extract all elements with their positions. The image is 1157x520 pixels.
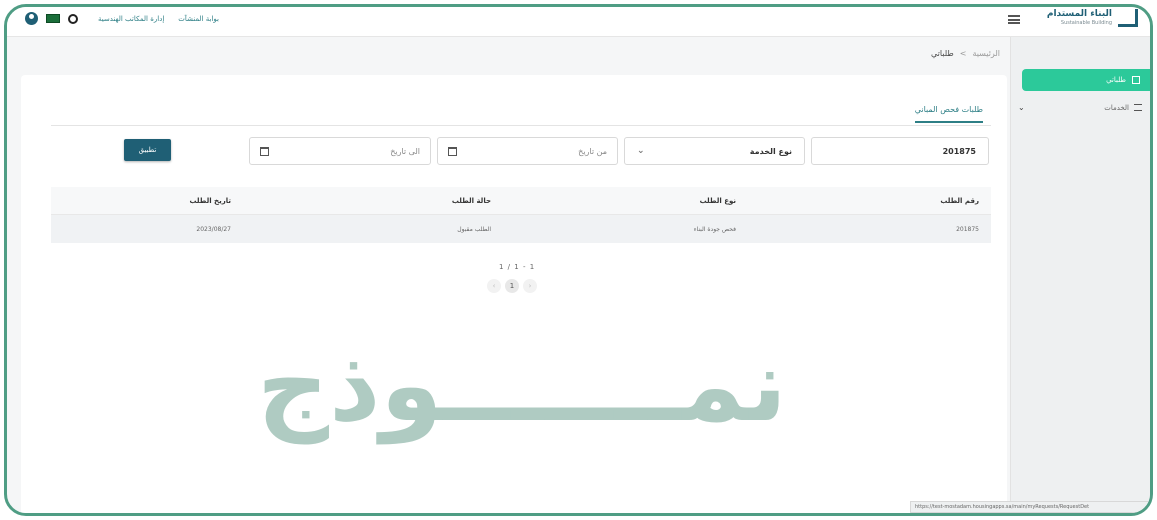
- breadcrumb-separator: >: [959, 49, 967, 58]
- top-bar-left: إدارة المكاتب الهندسية بوابة المنشآت: [25, 12, 219, 25]
- chevron-down-icon: ⌄: [1018, 103, 1025, 112]
- to-date-placeholder: الى تاريخ: [390, 146, 420, 156]
- breadcrumb: الرئيسية > طلباتي: [931, 49, 1000, 58]
- request-status-cell: الطلب مقبول: [457, 225, 491, 233]
- menu-icon[interactable]: [1008, 15, 1020, 24]
- page-button[interactable]: 1: [505, 279, 519, 293]
- chevron-down-icon: ⌄: [637, 146, 645, 156]
- table-row[interactable]: 201875 فحص جودة البناء الطلب مقبول 2023/…: [51, 215, 991, 243]
- service-type-select[interactable]: نوع الخدمة ⌄: [624, 137, 805, 165]
- user-icon[interactable]: [25, 12, 38, 25]
- tab-inspection-requests[interactable]: طلبات فحص المباني: [914, 105, 983, 123]
- globe-icon[interactable]: [68, 13, 78, 24]
- column-header: رقم الطلب: [940, 196, 979, 205]
- prev-page-button[interactable]: ‹: [487, 279, 501, 293]
- pagination-info: 1 / 1 - 1: [499, 263, 536, 271]
- brand[interactable]: البناء المستدام Sustainable Building: [1047, 9, 1138, 27]
- sidebar-item-my-requests[interactable]: طلباتي: [1022, 69, 1150, 91]
- service-type-value: نوع الخدمة: [749, 146, 792, 156]
- requests-icon: [1132, 76, 1140, 84]
- column-header: نوع الطلب: [699, 196, 736, 205]
- sidebar-item-services[interactable]: ⌄ الخدمات: [1018, 103, 1142, 112]
- next-page-button[interactable]: ›: [523, 279, 537, 293]
- sidebar-item-label: الخدمات: [1104, 103, 1129, 112]
- saudi-flag-icon[interactable]: [46, 14, 60, 23]
- request-date-cell: 2023/08/27: [196, 225, 231, 233]
- list-icon: [1134, 104, 1142, 111]
- calendar-icon[interactable]: [260, 146, 269, 156]
- breadcrumb-home[interactable]: الرئيسية: [972, 49, 1000, 58]
- request-type-cell: فحص جودة البناء: [693, 225, 736, 233]
- request-number-cell: 201875: [956, 225, 979, 233]
- pagination: ‹ 1 ›: [487, 279, 537, 293]
- breadcrumb-current: طلباتي: [930, 49, 954, 58]
- brand-logo-icon: [1118, 9, 1138, 27]
- brand-subtitle: Sustainable Building: [1060, 20, 1112, 26]
- request-number-input[interactable]: 201875: [811, 137, 989, 165]
- engineering-offices-link[interactable]: إدارة المكاتب الهندسية: [98, 15, 164, 23]
- app-frame: إدارة المكاتب الهندسية بوابة المنشآت الب…: [4, 4, 1153, 516]
- table-header: رقم الطلب نوع الطلب حالة الطلب تاريخ الط…: [51, 187, 991, 215]
- requests-table: رقم الطلب نوع الطلب حالة الطلب تاريخ الط…: [51, 187, 991, 243]
- brand-title: البناء المستدام: [1046, 9, 1112, 19]
- request-number-value: 201875: [942, 146, 976, 156]
- top-bar: إدارة المكاتب الهندسية بوابة المنشآت الب…: [7, 7, 1150, 37]
- tab-divider: [51, 125, 991, 126]
- apply-button[interactable]: تطبيق: [124, 139, 171, 161]
- from-date-placeholder: من تاريخ: [578, 146, 607, 156]
- status-bar-url: https://test-mostadam.housingapps.sa/mai…: [910, 501, 1150, 513]
- from-date-field[interactable]: من تاريخ: [437, 137, 618, 165]
- to-date-field[interactable]: الى تاريخ: [249, 137, 431, 165]
- sidebar-item-label: طلباتي: [1106, 76, 1126, 84]
- requests-card: طلبات فحص المباني 201875 نوع الخدمة ⌄ من…: [21, 75, 1007, 513]
- watermark-text: نمـــــــوذج: [257, 327, 787, 444]
- buildings-portal-link[interactable]: بوابة المنشآت: [178, 15, 219, 23]
- column-header: تاريخ الطلب: [189, 196, 231, 205]
- sidebar: طلباتي ⌄ الخدمات: [1010, 37, 1150, 513]
- calendar-icon[interactable]: [448, 146, 457, 156]
- column-header: حالة الطلب: [451, 196, 491, 205]
